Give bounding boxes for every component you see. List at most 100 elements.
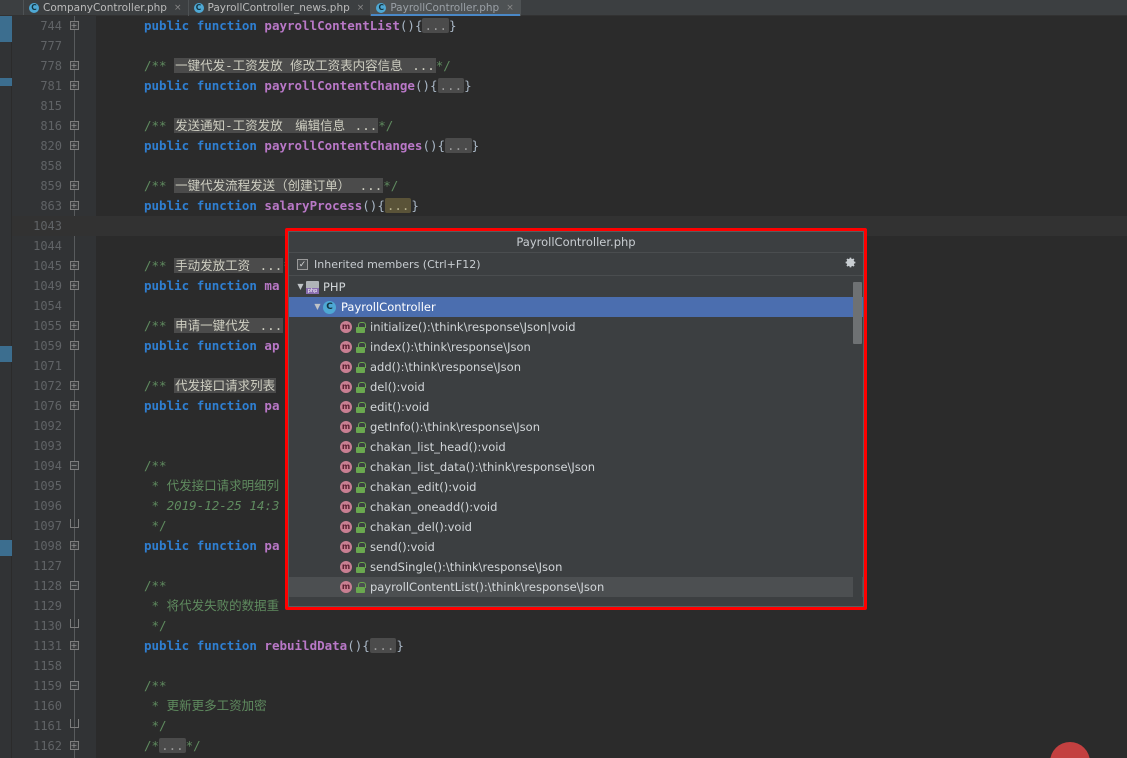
fold-toggle-icon[interactable]: − [64,576,84,596]
method-icon: m [340,321,352,333]
line-number: 1094 [33,459,62,473]
code-token: public [144,398,197,413]
code-token: function [196,278,265,293]
fold-toggle-icon[interactable]: + [64,736,84,756]
editor-marker-bar[interactable] [0,16,12,758]
line-number: 1093 [33,439,62,453]
fold-toggle-icon[interactable]: + [64,56,84,76]
close-icon[interactable]: × [174,3,182,13]
code-token: ... [353,118,379,133]
tree-item[interactable]: m chakan_oneadd():void [289,497,863,517]
code-token: ... [411,58,436,73]
method-icon: m [340,341,352,353]
line-number: 1072 [33,379,62,393]
structure-tree[interactable]: ▼PHP▼CPayrollControllerminitialize():\th… [289,277,863,606]
gear-icon[interactable] [844,256,857,272]
fold-toggle-icon[interactable]: + [64,396,84,416]
tree-item[interactable]: m initialize():\think\response\Json|void [289,317,863,337]
code-token: payrollContentList [264,18,400,33]
tree-item[interactable]: ▼ C PayrollController [289,297,863,317]
tree-item[interactable]: m index():\think\response\Json [289,337,863,357]
tree-item[interactable]: m sendSingle():\think\response\Json [289,557,863,577]
php-file-icon: C [29,3,39,13]
fold-toggle-icon[interactable]: + [64,196,84,216]
line-number: 778 [40,59,62,73]
code-token: (){ [347,638,370,653]
tree-item[interactable]: m add():\think\response\Json [289,357,863,377]
fold-toggle-icon[interactable]: + [64,276,84,296]
fold-toggle-icon[interactable]: + [64,336,84,356]
fold-toggle-icon[interactable]: + [64,116,84,136]
line-number: 1128 [33,579,62,593]
code-token: /** [144,258,175,273]
tree-item[interactable]: m chakan_edit():void [289,477,863,497]
popup-scrollbar-thumb[interactable] [853,282,862,344]
chevron-down-icon[interactable]: ▼ [295,277,306,297]
fold-toggle-icon[interactable]: + [64,176,84,196]
tree-item[interactable]: m send():void [289,537,863,557]
line-number: 1059 [33,339,62,353]
chevron-down-icon[interactable]: ▼ [312,297,323,317]
tree-item[interactable]: ▼ PHP [289,277,863,297]
code-line: * 更新更多工资加密 [96,696,1127,716]
method-icon: m [340,421,352,433]
code-token: public [144,198,197,213]
code-token: /** [144,318,175,333]
method-icon: m [340,401,352,413]
fold-toggle-icon[interactable]: + [64,636,84,656]
method-icon: m [340,501,352,513]
fold-toggle-icon[interactable] [64,616,84,636]
method-icon: m [340,541,352,553]
php-module-icon [306,280,319,294]
fold-toggle-icon[interactable]: − [64,676,84,696]
file-structure-popup[interactable]: PayrollController.php ✓ Inherited member… [288,231,864,607]
code-token: ... [369,638,397,653]
popup-toolbar: ✓ Inherited members (Ctrl+F12) [289,253,863,276]
fold-toggle-icon[interactable]: + [64,136,84,156]
method-icon: m [340,361,352,373]
tree-item[interactable]: m chakan_del():void [289,517,863,537]
fold-toggle-icon[interactable]: − [64,456,84,476]
editor-gutter[interactable]: 744 +777 778 +781 +815 816 +820 +858 859 +863 +104… [12,16,96,758]
fold-toggle-icon[interactable]: + [64,376,84,396]
fold-toggle-icon[interactable] [64,516,84,536]
tree-item[interactable]: m chakan_list_data():\think\response\Json [289,457,863,477]
tree-item-label: send():void [370,540,435,554]
fold-toggle-icon[interactable] [64,716,84,736]
editor-tab-label: CompanyController.php [43,2,167,14]
line-number: 1071 [33,359,62,373]
fold-toggle-icon[interactable]: + [64,536,84,556]
close-icon[interactable]: × [357,3,365,13]
line-number: 1043 [33,219,62,233]
close-icon[interactable]: × [506,3,514,13]
line-number: 816 [40,119,62,133]
code-token: function [196,78,265,93]
line-number: 820 [40,139,62,153]
method-icon: m [340,581,352,593]
tree-item[interactable]: m del():void [289,377,863,397]
fold-toggle-icon[interactable]: + [64,316,84,336]
line-number: 863 [40,199,62,213]
editor-tab-2[interactable]: C PayrollController.php × [371,0,521,16]
tree-item[interactable]: m edit():void [289,397,863,417]
fold-toggle-icon[interactable]: + [64,76,84,96]
tree-item-label: PayrollController [341,300,436,314]
code-token: function [196,338,265,353]
editor-tab-0[interactable]: C CompanyController.php × [24,0,189,16]
code-token: /** [144,458,167,473]
code-token: 手动发放工资 [174,258,259,273]
inherited-members-checkbox[interactable]: ✓ [297,258,308,270]
tree-item[interactable]: m payrollContentList():\think\response\Js… [289,577,863,597]
code-line: /** 一键代发流程发送（创建订单） ...*/ [96,176,1127,196]
code-line: public function payrollContentChange(){.… [96,76,1127,96]
editor-tab-1[interactable]: C PayrollController_news.php × [189,0,372,16]
fold-toggle-icon[interactable]: + [64,16,84,36]
class-icon: C [323,300,336,314]
code-token: function [196,18,265,33]
code-token: public [144,338,197,353]
tree-item[interactable]: m getInfo():\think\response\Json [289,417,863,437]
tree-item-label: initialize():\think\response\Json|void [370,320,576,334]
fold-toggle-icon[interactable]: + [64,256,84,276]
tree-item[interactable]: m chakan_list_head():void [289,437,863,457]
line-number: 815 [40,99,62,113]
